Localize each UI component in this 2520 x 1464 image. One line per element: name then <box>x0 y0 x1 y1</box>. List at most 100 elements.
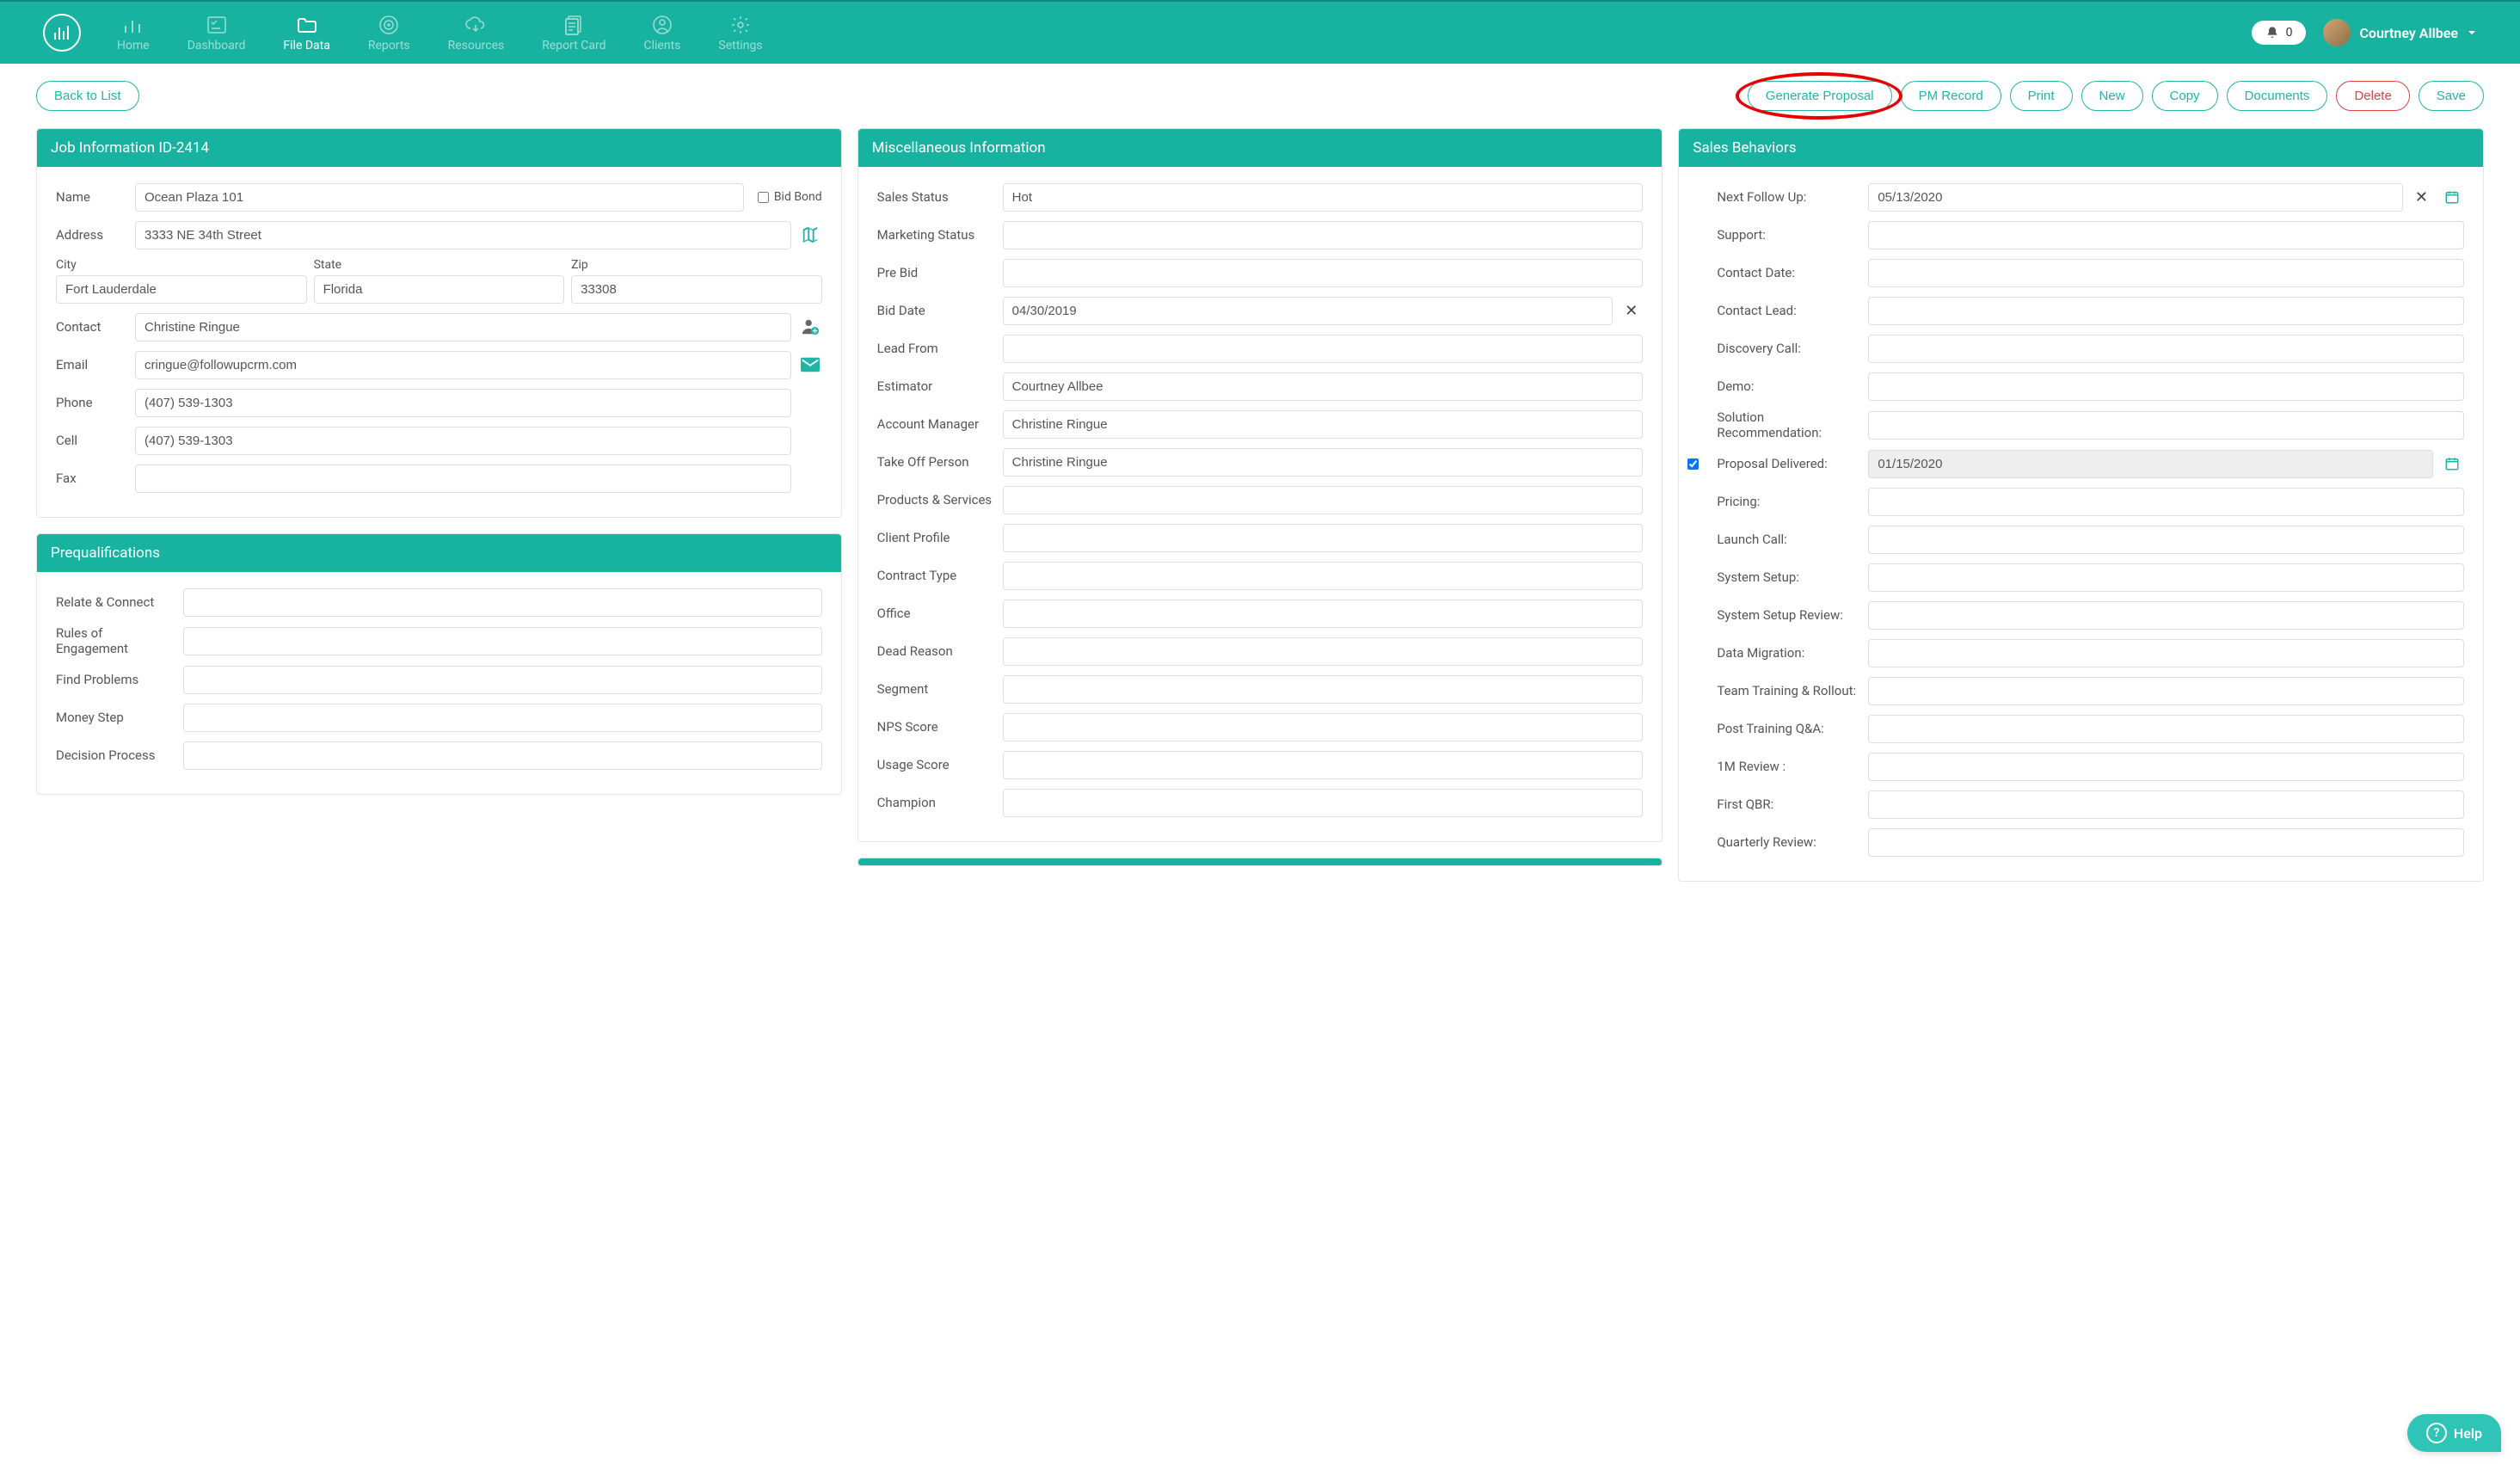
nav-reports[interactable]: Reports <box>349 1 429 65</box>
discovery-input[interactable] <box>1868 335 2464 363</box>
postqa-input[interactable] <box>1868 715 2464 743</box>
preq-input[interactable] <box>183 666 822 694</box>
takeoff-input[interactable] <box>1003 448 1644 477</box>
state-label: State <box>314 258 565 272</box>
phone-input[interactable] <box>135 389 791 417</box>
sales-status-input[interactable] <box>1003 183 1644 212</box>
contactdate-input[interactable] <box>1868 259 2464 287</box>
middle-column: Miscellaneous Information Sales Status M… <box>857 128 1663 866</box>
leadfrom-input[interactable] <box>1003 335 1644 363</box>
solution-label: Solution Recommendation: <box>1717 409 1861 440</box>
segment-input[interactable] <box>1003 675 1644 704</box>
clear-icon[interactable]: ✕ <box>2410 188 2433 206</box>
highlight-annotation: Generate Proposal <box>1748 81 1892 111</box>
nav-clients[interactable]: Clients <box>625 1 700 65</box>
copy-button[interactable]: Copy <box>2152 81 2218 111</box>
systemsetup-input[interactable] <box>1868 563 2464 592</box>
nav-home[interactable]: Home <box>98 1 169 65</box>
pm-record-button[interactable]: PM Record <box>1901 81 2001 111</box>
postqa-label: Post Training Q&A: <box>1717 721 1861 736</box>
nav-tabs: Home Dashboard File Data Reports Resourc… <box>98 1 782 65</box>
job-info-header: Job Information ID-2414 <box>37 129 841 167</box>
prequalifications-card: Prequalifications Relate & Connect Rules… <box>36 533 842 795</box>
new-button[interactable]: New <box>2081 81 2143 111</box>
m1review-input[interactable] <box>1868 753 2464 781</box>
biddate-label: Bid Date <box>877 303 996 318</box>
name-input[interactable] <box>135 183 744 212</box>
gear-icon <box>730 13 751 37</box>
launch-input[interactable] <box>1868 526 2464 554</box>
training-input[interactable] <box>1868 677 2464 705</box>
solution-input[interactable] <box>1868 411 2464 440</box>
preq-input[interactable] <box>183 741 822 770</box>
save-button[interactable]: Save <box>2419 81 2484 111</box>
champion-input[interactable] <box>1003 789 1644 817</box>
left-column: Job Information ID-2414 Name Bid Bond Ad… <box>36 128 842 795</box>
add-contact-icon[interactable] <box>798 317 822 336</box>
demo-label: Demo: <box>1717 378 1861 394</box>
marketing-status-input[interactable] <box>1003 221 1644 249</box>
cell-input[interactable] <box>135 427 791 455</box>
firstqbr-input[interactable] <box>1868 790 2464 819</box>
notifications-badge[interactable]: 0 <box>2252 21 2307 45</box>
delete-button[interactable]: Delete <box>2336 81 2409 111</box>
usage-input[interactable] <box>1003 751 1644 779</box>
user-menu[interactable]: Courtney Allbee <box>2323 19 2477 46</box>
documents-button[interactable]: Documents <box>2227 81 2328 111</box>
products-input[interactable] <box>1003 486 1644 514</box>
proposal-input[interactable] <box>1868 450 2433 478</box>
clientprofile-label: Client Profile <box>877 530 996 545</box>
state-input[interactable] <box>314 275 565 304</box>
nav-settings[interactable]: Settings <box>699 1 781 65</box>
support-input[interactable] <box>1868 221 2464 249</box>
contracttype-input[interactable] <box>1003 562 1644 590</box>
bid-bond-checkbox[interactable] <box>758 192 769 203</box>
demo-input[interactable] <box>1868 372 2464 401</box>
notification-count: 0 <box>2286 26 2293 40</box>
biddate-input[interactable] <box>1003 297 1613 325</box>
generate-proposal-button[interactable]: Generate Proposal <box>1748 81 1892 111</box>
preq-input[interactable] <box>183 588 822 617</box>
calendar-icon[interactable] <box>2440 189 2464 205</box>
nav-filedata[interactable]: File Data <box>264 1 348 65</box>
clientprofile-input[interactable] <box>1003 524 1644 552</box>
calendar-icon[interactable] <box>2440 456 2464 471</box>
estimator-input[interactable] <box>1003 372 1644 401</box>
email-input[interactable] <box>135 351 791 379</box>
fax-input[interactable] <box>135 464 791 493</box>
deadreason-input[interactable] <box>1003 637 1644 666</box>
prebid-input[interactable] <box>1003 259 1644 287</box>
address-input[interactable] <box>135 221 791 249</box>
acctmgr-input[interactable] <box>1003 410 1644 439</box>
contactlead-label: Contact Lead: <box>1717 303 1861 318</box>
quarterly-input[interactable] <box>1868 828 2464 857</box>
print-button[interactable]: Print <box>2010 81 2073 111</box>
city-input[interactable] <box>56 275 307 304</box>
nav-reportcard[interactable]: Report Card <box>523 1 624 65</box>
clear-icon[interactable]: ✕ <box>1620 302 1643 320</box>
bid-bond-checkbox-wrap[interactable]: Bid Bond <box>758 190 822 204</box>
user-name: Courtney Allbee <box>2359 25 2458 41</box>
nps-input[interactable] <box>1003 713 1644 741</box>
preq-input[interactable] <box>183 704 822 732</box>
content-columns: Job Information ID-2414 Name Bid Bond Ad… <box>0 120 2520 899</box>
systemreview-input[interactable] <box>1868 601 2464 630</box>
nav-resources[interactable]: Resources <box>429 1 524 65</box>
proposal-delivered-checkbox[interactable] <box>1687 458 1699 470</box>
nav-dashboard[interactable]: Dashboard <box>169 1 265 65</box>
logo-icon[interactable] <box>43 14 81 52</box>
nav-label: Settings <box>718 39 762 52</box>
email-icon[interactable] <box>798 357 822 372</box>
nextfollow-input[interactable] <box>1868 183 2403 212</box>
datamig-input[interactable] <box>1868 639 2464 667</box>
help-widget[interactable]: Help <box>2407 1414 2501 1452</box>
office-input[interactable] <box>1003 600 1644 628</box>
preq-input[interactable] <box>183 627 822 655</box>
pricing-input[interactable] <box>1868 488 2464 516</box>
contact-input[interactable] <box>135 313 791 341</box>
zip-input[interactable] <box>571 275 822 304</box>
contactlead-input[interactable] <box>1868 297 2464 325</box>
back-to-list-button[interactable]: Back to List <box>36 81 139 111</box>
map-icon[interactable] <box>798 225 822 244</box>
address-label: Address <box>56 227 128 243</box>
